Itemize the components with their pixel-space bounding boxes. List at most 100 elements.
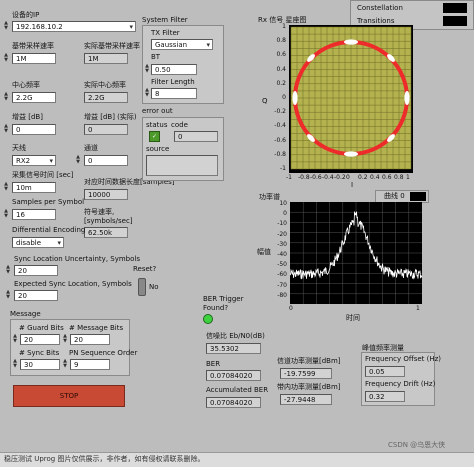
spinner-icon[interactable]: ▲ ▼	[3, 209, 9, 220]
baseband-rate-input[interactable]: 1M	[12, 53, 56, 64]
status-bar-text: 稳压测试 Uprog 图片仅供展示，非作者，如有侵权请联系删除。	[4, 455, 205, 463]
diff-encoding-select[interactable]: disable	[12, 237, 64, 248]
channel-input[interactable]: 0	[84, 155, 128, 166]
spinner-icon[interactable]: ▲ ▼	[3, 124, 9, 135]
spinner-icon[interactable]: ▲ ▼	[75, 155, 81, 166]
samples-per-symbol-input[interactable]: 16	[12, 209, 56, 220]
ber-trigger-label: BER Trigger Found?	[203, 295, 244, 312]
freq-offset-label: Frequency Offset (Hz)	[365, 355, 442, 363]
spinner-icon[interactable]: ▲ ▼	[3, 21, 9, 32]
legend-constellation-swatch	[443, 3, 467, 13]
spinner-icon[interactable]: ▲ ▼	[62, 334, 68, 345]
spinner-icon[interactable]: ▲ ▼	[5, 290, 11, 301]
spinner-icon[interactable]: ▲ ▼	[3, 92, 9, 103]
sync-bits-label: # Sync Bits	[19, 349, 60, 357]
spectrum-x-ticks: 01	[289, 304, 422, 313]
spinner-icon[interactable]: ▲ ▼	[12, 359, 18, 370]
spinner-icon[interactable]: ▲ ▼	[144, 64, 150, 75]
message-bits-label: # Message Bits	[69, 324, 124, 332]
spinner-icon[interactable]: ▲ ▼	[144, 88, 150, 99]
sync-bits-input[interactable]: 30	[20, 359, 60, 370]
y-tick-label: -0.8	[274, 150, 286, 158]
channel-power-display: -19.7599	[280, 368, 332, 379]
legend-curve-label: 曲线 0	[384, 192, 405, 200]
spinner-icon[interactable]: ▲ ▼	[62, 359, 68, 370]
sync-uncertainty-label: Sync Location Uncertainty, Symbols	[14, 255, 140, 263]
spinner-icon[interactable]: ▲ ▼	[12, 334, 18, 345]
reset-state-label: No	[149, 283, 159, 291]
filter-length-label: Filter Length	[151, 78, 195, 86]
x-tick-label: -1	[286, 174, 292, 181]
guard-bits-input[interactable]: 20	[20, 334, 60, 345]
snr-display: 35.5302	[206, 343, 261, 354]
center-freq-input[interactable]: 2.2G	[12, 92, 56, 103]
expected-sync-label: Expected Sync Location, Symbols	[14, 280, 132, 288]
spinner-icon[interactable]: ▲ ▼	[3, 182, 9, 193]
actual-center-freq-display: 2.2G	[84, 92, 128, 103]
stop-button[interactable]: STOP	[13, 385, 125, 407]
device-ip-select[interactable]: 192.168.10.2	[12, 21, 136, 32]
tx-filter-label: TX Filter	[151, 29, 180, 37]
symbol-rate-label: 符号速率, [symbols/sec]	[84, 208, 133, 225]
capture-time-input[interactable]: 10m	[12, 182, 56, 193]
channel-label: 通道	[84, 144, 98, 152]
actual-gain-label: 增益 [dB] (实际)	[84, 113, 137, 121]
gain-input[interactable]: 0	[12, 124, 56, 135]
bt-input[interactable]: 0.50	[151, 64, 197, 75]
expected-sync-input[interactable]: 20	[14, 290, 58, 301]
y-tick-label: -10	[277, 220, 287, 228]
y-tick-label: 0.8	[276, 37, 286, 45]
tx-filter-select[interactable]: Gaussian	[151, 39, 213, 50]
error-out-title: error out	[142, 107, 173, 115]
samples-per-symbol-label: Samples per Symbol	[12, 198, 85, 206]
constellation-point-cluster	[292, 91, 298, 105]
antenna-select[interactable]: RX2	[12, 155, 56, 166]
spectrum-y-ticks: 10 0 -10 -20 -30 -40 -50 -60 -70 -80	[268, 200, 288, 304]
y-tick-label: 0.6	[276, 51, 286, 59]
inband-power-label: 带内功率测量[dBm]	[277, 383, 341, 391]
y-tick-label: -50	[277, 261, 287, 269]
freq-cluster: Frequency Offset (Hz) 0.05 Frequency Dri…	[361, 352, 441, 406]
freq-drift-display: 0.32	[365, 391, 405, 402]
system-filter-title: System Filter	[142, 16, 188, 24]
y-tick-label: 0	[282, 94, 286, 101]
pn-order-input[interactable]: 9	[70, 359, 110, 370]
constellation-x-ticks: -1 -0.8 -0.6 -0.4 -0.2 0 0.2 0.4 0.6 0.8 1	[286, 173, 413, 182]
y-tick-label: 10	[279, 200, 287, 207]
ber-display: 0.07084020	[206, 370, 261, 381]
x-tick-label: 0.4	[370, 174, 380, 181]
x-tick-label: -0.2	[334, 174, 346, 181]
baseband-rate-label: 基带采样速率	[12, 42, 54, 50]
acc-ber-display: 0.07084020	[206, 397, 261, 408]
y-tick-label: 0.2	[276, 79, 286, 87]
y-tick-label: -0.2	[274, 108, 286, 116]
y-tick-label: -20	[277, 230, 287, 238]
spinner-icon[interactable]: ▲ ▼	[3, 53, 9, 64]
actual-baseband-rate-label: 实际基带采样速率	[84, 42, 140, 50]
constellation-plot	[290, 26, 412, 170]
filter-length-input[interactable]: 8	[151, 88, 197, 99]
channel-power-label: 信道功率测量[dBm]	[277, 357, 341, 365]
bt-label: BT	[151, 53, 161, 61]
x-tick-label: 0.6	[382, 174, 392, 181]
spinner-icon[interactable]: ▲ ▼	[5, 265, 11, 276]
guard-bits-label: # Guard Bits	[19, 324, 64, 332]
x-tick-label: 0	[289, 305, 293, 312]
actual-baseband-rate-display: 1M	[84, 53, 128, 64]
error-out-cluster: status ✓ code 0 source	[142, 117, 224, 181]
error-source-display	[146, 155, 218, 176]
center-freq-label: 中心频率	[12, 81, 40, 89]
reset-toggle-switch[interactable]	[138, 278, 146, 296]
message-bits-input[interactable]: 20	[70, 334, 110, 345]
sync-uncertainty-input[interactable]: 20	[14, 265, 58, 276]
y-tick-label: 1	[282, 23, 286, 30]
message-cluster: # Guard Bits ▲ ▼ 20 # Message Bits ▲ ▼ 20 …	[10, 319, 137, 376]
spectrum-plot	[290, 202, 422, 304]
message-cluster-title: Message	[10, 310, 41, 318]
gain-label: 增益 [dB]	[12, 113, 43, 121]
x-tick-label: 1	[416, 305, 420, 312]
constellation-point-cluster	[404, 91, 410, 105]
y-tick-label: 0	[283, 210, 287, 218]
actual-center-freq-label: 实际中心频率	[84, 81, 126, 89]
legend-constellation-label: Constellation	[357, 4, 403, 12]
